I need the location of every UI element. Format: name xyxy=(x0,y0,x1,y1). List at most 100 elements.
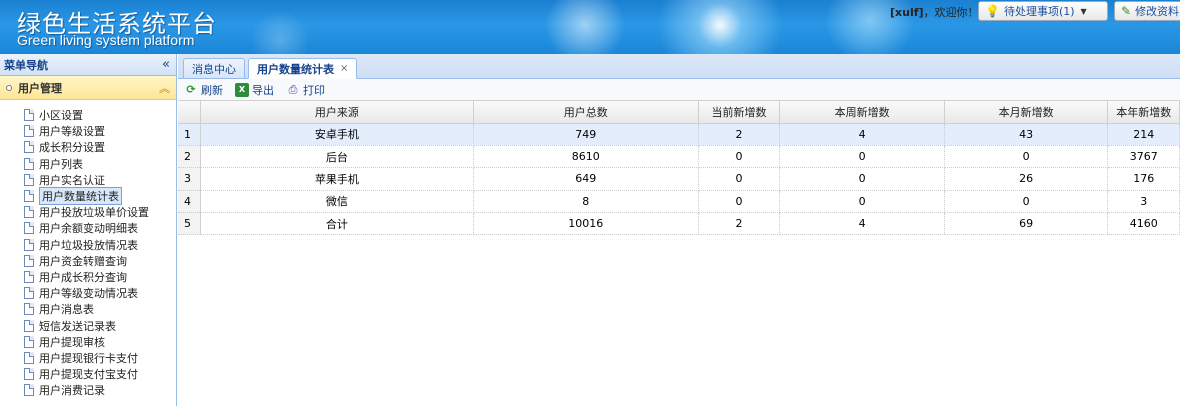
file-icon xyxy=(24,190,34,203)
tab-label: 用户数量统计表 xyxy=(257,62,334,76)
menu-group-user-management[interactable]: 用户管理 ︽ xyxy=(0,76,176,100)
welcome-text: ，欢迎你！ xyxy=(923,6,979,19)
modify-profile-button[interactable]: ✎ 修改资料 xyxy=(1114,1,1180,21)
sidebar-item[interactable]: 用户投放垃圾单价设置 xyxy=(0,204,176,220)
group-dot-icon xyxy=(6,84,12,91)
table-cell: 4 xyxy=(779,212,945,236)
table-cell: 安卓手机 xyxy=(200,123,474,146)
table-cell: 0 xyxy=(779,167,945,191)
main-panel: 消息中心 用户数量统计表 × ⟳ 刷新 X 导出 ⎙ 打印 用户来源 用户总数 … xyxy=(178,54,1180,406)
tab-message-center[interactable]: 消息中心 xyxy=(183,58,245,79)
table-cell: 3 xyxy=(1107,190,1180,214)
grid-toolbar: ⟳ 刷新 X 导出 ⎙ 打印 xyxy=(178,79,1180,101)
header-light-glow xyxy=(250,10,310,54)
sidebar-item[interactable]: 用户成长积分查询 xyxy=(0,269,176,285)
column-header[interactable]: 本年新增数 xyxy=(1107,101,1180,124)
column-header[interactable]: 本月新增数 xyxy=(944,101,1109,124)
table-cell: 176 xyxy=(1107,167,1180,191)
column-header[interactable]: 本周新增数 xyxy=(779,101,945,124)
file-icon xyxy=(24,270,34,283)
row-number: 4 xyxy=(178,190,201,214)
header-light-glow xyxy=(540,0,630,54)
sidebar-item[interactable]: 用户提现支付宝支付 xyxy=(0,366,176,382)
table-cell: 2 xyxy=(698,123,781,146)
pending-tasks-button[interactable]: 💡 待处理事项(1) ▼ xyxy=(978,1,1108,21)
sidebar-item[interactable]: 用户资金转赠查询 xyxy=(0,253,176,269)
sidebar-item[interactable]: 小区设置 xyxy=(0,107,176,123)
close-tab-icon[interactable]: × xyxy=(340,63,348,74)
table-row[interactable]: 2 后台 8610 0 0 0 3767 xyxy=(178,145,1180,169)
file-icon xyxy=(24,173,34,186)
table-cell: 3767 xyxy=(1107,145,1180,169)
row-number: 3 xyxy=(178,167,201,191)
tab-user-count-stats[interactable]: 用户数量统计表 × xyxy=(248,58,358,79)
file-icon xyxy=(24,254,34,267)
app-header: 绿色生活系统平台 Green living system platform [x… xyxy=(0,0,1180,54)
table-row[interactable]: 1 安卓手机 749 2 4 43 214 xyxy=(178,123,1180,146)
column-header[interactable]: 用户总数 xyxy=(473,101,699,124)
table-cell: 0 xyxy=(779,145,945,169)
column-header[interactable]: 用户来源 xyxy=(200,101,474,124)
table-cell: 合计 xyxy=(200,212,474,236)
table-cell: 214 xyxy=(1107,123,1180,146)
sidebar-item[interactable]: 用户等级设置 xyxy=(0,123,176,139)
sidebar-item[interactable]: 用户余额变动明细表 xyxy=(0,220,176,236)
table-cell: 8 xyxy=(473,190,699,214)
sidebar-item[interactable]: 短信发送记录表 xyxy=(0,317,176,333)
sidebar: 菜单导航 « 用户管理 ︽ 小区设置 用户等级设置 成长积分设置 用户列表 用户… xyxy=(0,54,177,406)
table-cell: 2 xyxy=(698,212,781,236)
collapse-sidebar-icon[interactable]: « xyxy=(162,57,170,72)
table-cell: 0 xyxy=(944,145,1109,169)
user-welcome: [xulf]，欢迎你！ xyxy=(890,4,979,20)
sidebar-item[interactable]: 用户消费记录 xyxy=(0,382,176,398)
print-button[interactable]: ⎙ 打印 xyxy=(286,82,325,98)
file-icon xyxy=(24,238,34,251)
file-icon xyxy=(24,384,34,397)
table-cell: 0 xyxy=(698,145,781,169)
table-row[interactable]: 5 合计 10016 2 4 69 4160 xyxy=(178,212,1180,236)
pending-tasks-label: 待处理事项(1) xyxy=(1003,5,1075,18)
file-icon xyxy=(24,351,34,364)
sidebar-item[interactable]: 用户消息表 xyxy=(0,301,176,317)
sidebar-item[interactable]: 用户提现银行卡支付 xyxy=(0,350,176,366)
row-number: 2 xyxy=(178,145,201,169)
file-icon xyxy=(24,319,34,332)
file-icon xyxy=(24,335,34,348)
file-icon xyxy=(24,303,34,316)
sidebar-item[interactable]: 成长积分设置 xyxy=(0,139,176,155)
sidebar-menu: 小区设置 用户等级设置 成长积分设置 用户列表 用户实名认证 用户数量统计表 用… xyxy=(0,100,176,398)
sidebar-item[interactable]: 用户垃圾投放情况表 xyxy=(0,237,176,253)
table-cell: 26 xyxy=(944,167,1109,191)
column-header[interactable]: 当前新增数 xyxy=(698,101,781,124)
file-icon xyxy=(24,287,34,300)
sidebar-item[interactable]: 用户提现审核 xyxy=(0,334,176,350)
tab-bar: 消息中心 用户数量统计表 × xyxy=(178,54,1180,79)
file-icon xyxy=(24,206,34,219)
stats-table: 用户来源 用户总数 当前新增数 本周新增数 本月新增数 本年新增数 1 安卓手机… xyxy=(178,101,1180,236)
sidebar-item-active[interactable]: 用户数量统计表 xyxy=(0,187,176,206)
collapse-group-icon[interactable]: ︽ xyxy=(159,80,170,96)
sidebar-header: 菜单导航 « xyxy=(0,54,176,76)
file-icon xyxy=(24,109,34,122)
table-row[interactable]: 4 微信 8 0 0 0 3 xyxy=(178,190,1180,214)
menu-group-title: 用户管理 xyxy=(18,81,62,95)
refresh-button[interactable]: ⟳ 刷新 xyxy=(184,82,223,98)
sidebar-item[interactable]: 用户实名认证 xyxy=(0,172,176,188)
table-cell: 微信 xyxy=(200,190,474,214)
table-cell: 69 xyxy=(944,212,1109,236)
table-cell: 649 xyxy=(473,167,699,191)
excel-icon: X xyxy=(235,82,249,97)
export-button[interactable]: X 导出 xyxy=(235,82,274,98)
table-header-row: 用户来源 用户总数 当前新增数 本周新增数 本月新增数 本年新增数 xyxy=(178,101,1180,124)
table-cell: 0 xyxy=(698,190,781,214)
table-cell: 4160 xyxy=(1107,212,1180,236)
sidebar-item[interactable]: 用户等级变动情况表 xyxy=(0,285,176,301)
table-cell: 0 xyxy=(944,190,1109,214)
table-cell: 0 xyxy=(779,190,945,214)
table-cell: 43 xyxy=(944,123,1109,146)
pencil-icon: ✎ xyxy=(1121,4,1132,18)
sidebar-item[interactable]: 用户列表 xyxy=(0,156,176,172)
table-cell: 4 xyxy=(779,123,945,146)
username: [xulf] xyxy=(890,6,924,19)
table-row[interactable]: 3 苹果手机 649 0 0 26 176 xyxy=(178,167,1180,191)
